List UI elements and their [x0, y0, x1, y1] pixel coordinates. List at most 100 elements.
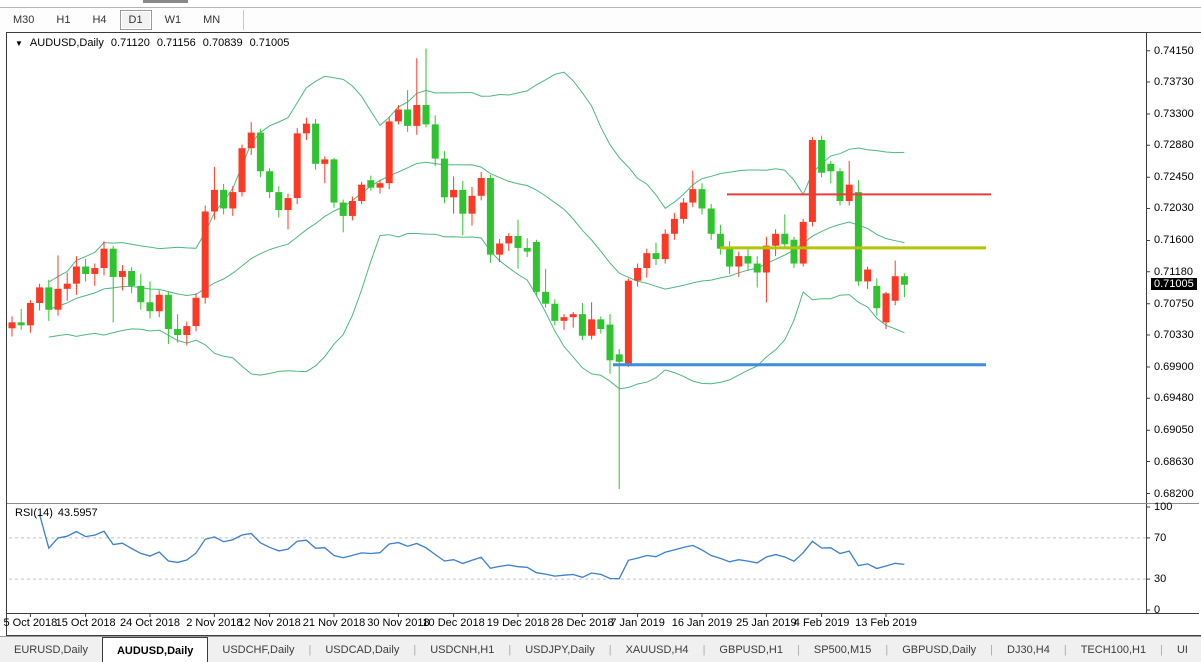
chart-tab-bar: EURUSD,DailyAUDUSD,DailyUSDCHF,Daily|USD…	[0, 636, 1201, 662]
candle-body	[101, 249, 108, 268]
candlestick-chart-canvas[interactable]	[7, 33, 1199, 633]
candle-body	[653, 253, 660, 259]
candle-body	[625, 281, 632, 364]
candle-body	[450, 190, 457, 197]
candle-body	[680, 203, 687, 219]
candle-body	[147, 302, 154, 311]
chart-window: ▼ AUDUSD,Daily 0.71120 0.71156 0.70839 0…	[6, 32, 1201, 636]
chart-tab-usdcad-daily[interactable]: USDCAD,Daily	[311, 637, 413, 662]
price-axis-label: 0.72030	[1154, 202, 1194, 214]
candle-body	[82, 267, 89, 274]
candle-body	[312, 124, 319, 164]
time-axis-label: 16 Jan 2019	[672, 617, 733, 629]
timeframe-button-h1[interactable]: H1	[47, 10, 79, 30]
chart-tab-eurusd-daily[interactable]: EURUSD,Daily	[0, 637, 102, 662]
candle-body	[515, 236, 522, 248]
candle-body	[165, 295, 172, 329]
chart-tab-usdjpy-daily[interactable]: USDJPY,Daily	[511, 637, 609, 662]
candle-body	[689, 189, 696, 202]
price-axis-label: 0.68630	[1154, 456, 1194, 468]
rsi-scale-label: 30	[1154, 573, 1166, 585]
chart-tab-usdcnh-h1[interactable]: USDCNH,H1	[416, 637, 508, 662]
candle-body	[91, 268, 98, 274]
candle-body	[800, 222, 807, 264]
candle-body	[18, 322, 25, 325]
candle-body	[413, 105, 420, 126]
candle-body	[662, 234, 669, 259]
candle-body	[27, 303, 34, 325]
chart-tab-xauusd-h4[interactable]: XAUUSD,H4	[612, 637, 703, 662]
candle-body	[229, 192, 236, 208]
candle-body	[441, 159, 448, 198]
rsi-value: 43.5957	[58, 507, 98, 519]
candle-body	[837, 171, 844, 201]
candle-body	[137, 286, 144, 302]
candle-body	[459, 190, 466, 214]
time-axis-label: 28 Dec 2018	[551, 617, 613, 629]
candle-body	[432, 124, 439, 158]
timeframe-button-w1[interactable]: W1	[156, 10, 191, 30]
timeframe-toolbar: M30H1H4D1W1MN	[0, 8, 1201, 32]
timeframe-button-d1[interactable]: D1	[120, 10, 152, 30]
rsi-pane-splitter[interactable]	[7, 503, 1199, 504]
candle-body	[321, 159, 328, 163]
candle-body	[579, 314, 586, 336]
candle-body	[551, 304, 558, 321]
candle-body	[855, 192, 862, 281]
price-axis-label: 0.72450	[1154, 171, 1194, 183]
chart-tab-ui[interactable]: UI	[1163, 637, 1201, 662]
rsi-name: RSI(14)	[15, 507, 53, 519]
candle-body	[781, 234, 788, 244]
price-axis-label: 0.71180	[1154, 266, 1193, 278]
time-axis-label: 7 Jan 2019	[610, 617, 664, 629]
candle-body	[643, 253, 650, 268]
time-axis-separator	[7, 613, 1199, 614]
toolbar-button-edge	[143, 0, 188, 3]
candle-body	[239, 148, 246, 192]
candle-body	[745, 256, 752, 263]
timeframe-button-mn[interactable]: MN	[194, 10, 229, 30]
candle-body	[478, 178, 485, 196]
rsi-scale-label: 70	[1154, 532, 1166, 544]
candle-body	[367, 180, 374, 187]
time-axis-label: 25 Jan 2019	[736, 617, 797, 629]
price-axis-label: 0.68200	[1154, 488, 1194, 500]
chart-tab-audusd-daily[interactable]: AUDUSD,Daily	[102, 637, 208, 662]
chart-tab-dj30-h4[interactable]: DJ30,H4	[993, 637, 1064, 662]
chart-tab-gbpusd-daily[interactable]: GBPUSD,Daily	[888, 637, 990, 662]
candle-body	[211, 190, 218, 212]
timeframe-button-m30[interactable]: M30	[4, 10, 43, 30]
candle-body	[699, 189, 706, 208]
price-axis-label: 0.73730	[1154, 76, 1194, 88]
time-axis-label: 24 Oct 2018	[120, 617, 180, 629]
time-axis-label: 13 Feb 2019	[855, 617, 917, 629]
candle-body	[202, 211, 209, 297]
candle-body	[248, 133, 255, 149]
chart-tab-usdchf-daily[interactable]: USDCHF,Daily	[208, 637, 308, 662]
chart-tab-tech100-h1[interactable]: TECH100,H1	[1067, 637, 1160, 662]
chart-tab-sp500-m15[interactable]: SP500,M15	[800, 637, 885, 662]
toolbar-separator	[243, 10, 244, 30]
candle-body	[892, 276, 899, 301]
price-axis-label: 0.71600	[1154, 234, 1194, 246]
candle-body	[901, 276, 908, 285]
candle-body	[708, 208, 715, 233]
timeframe-button-h4[interactable]: H4	[83, 10, 115, 30]
candle-body	[496, 243, 503, 254]
price-axis-separator	[1146, 33, 1147, 613]
candle-body	[340, 203, 347, 216]
time-axis-label: 19 Dec 2018	[487, 617, 549, 629]
candle-body	[36, 287, 43, 303]
candle-body	[45, 287, 52, 309]
candle-body	[386, 121, 393, 183]
candle-body	[183, 326, 190, 335]
candle-body	[423, 105, 430, 124]
rsi-scale-label: 0	[1154, 604, 1160, 616]
candle-body	[119, 271, 126, 277]
candle-body	[110, 249, 117, 277]
candle-body	[55, 289, 62, 310]
candle-body	[533, 242, 540, 292]
candle-body	[220, 190, 227, 209]
price-axis-label: 0.69900	[1154, 361, 1194, 373]
chart-tab-gbpusd-h1[interactable]: GBPUSD,H1	[705, 637, 797, 662]
